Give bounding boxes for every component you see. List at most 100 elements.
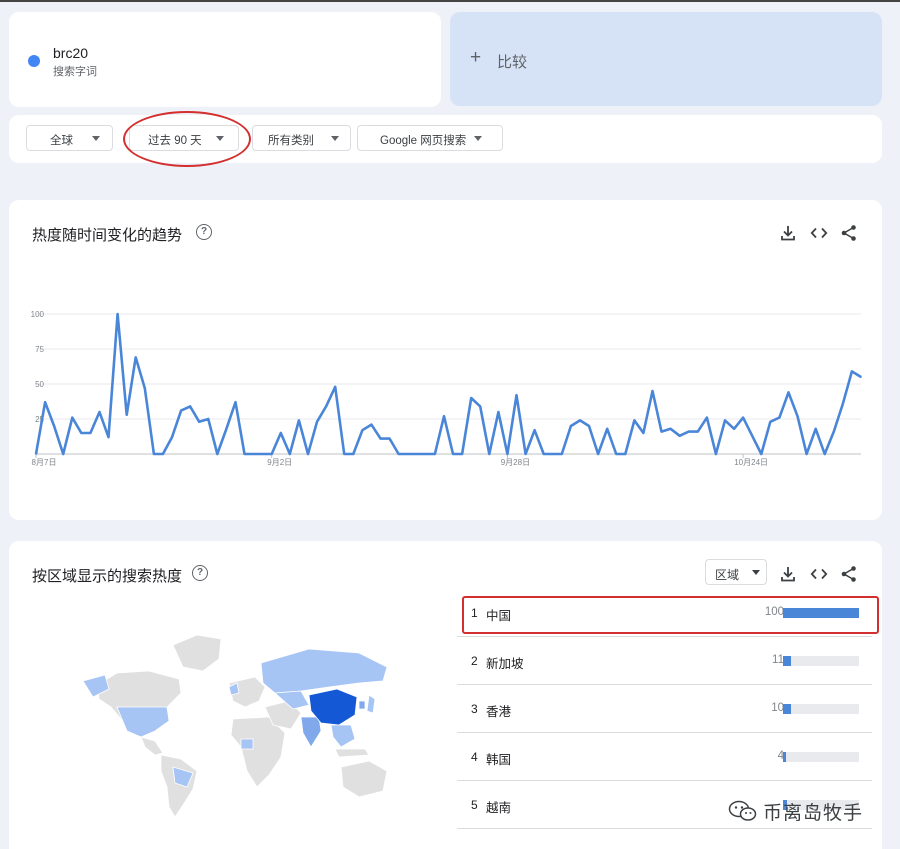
data-point (207, 418, 210, 420)
download-icon[interactable] (779, 565, 797, 583)
y-tick-label: 50 (35, 380, 44, 389)
y-tick-label: 100 (31, 310, 45, 319)
data-point (615, 453, 618, 455)
region-title: 按区域显示的搜索热度 (32, 568, 183, 585)
red-annotation-ellipse (123, 111, 251, 167)
data-point (470, 397, 473, 399)
region-bar-track (783, 704, 859, 714)
embed-code-icon[interactable] (810, 565, 828, 583)
compare-button[interactable]: + 比较 (450, 12, 882, 106)
data-point (551, 453, 554, 455)
map-region-russia (260, 648, 388, 694)
data-point (823, 453, 826, 455)
x-tick-label: 8月7日 (32, 458, 57, 467)
data-point (143, 387, 146, 390)
data-point (98, 411, 101, 413)
map-region-greenland (172, 634, 222, 672)
region-name: 韩国 (486, 753, 512, 767)
data-point (180, 409, 182, 412)
data-point (678, 434, 681, 437)
data-point (669, 427, 672, 430)
chevron-down-icon (752, 570, 760, 575)
data-point (71, 416, 74, 419)
world-map[interactable] (69, 621, 399, 821)
data-point (533, 429, 536, 432)
data-point (397, 453, 400, 455)
data-point (89, 432, 92, 434)
region-name: 新加坡 (486, 657, 524, 671)
map-region-nigeria (240, 738, 254, 750)
region-filter-dropdown[interactable]: 全球 (26, 125, 113, 151)
data-point (225, 427, 228, 430)
red-annotation-rectangle (462, 596, 879, 634)
data-point (134, 356, 137, 359)
data-point (497, 411, 500, 413)
region-name: 香港 (486, 705, 512, 719)
data-point (198, 420, 201, 423)
data-point (569, 425, 572, 427)
data-point (334, 385, 337, 388)
data-point (261, 453, 264, 455)
data-point (452, 453, 454, 455)
region-rank: 4 (471, 750, 478, 764)
data-point (270, 453, 273, 455)
data-point (660, 430, 663, 433)
data-point (524, 453, 527, 455)
data-point (787, 391, 790, 394)
data-point (325, 405, 328, 408)
region-row[interactable]: 2 新加坡 11 (457, 638, 872, 685)
map-region-indonesia (334, 748, 370, 758)
data-point (44, 401, 46, 404)
region-bar-fill (783, 656, 792, 666)
data-point (307, 453, 309, 455)
data-point (234, 401, 237, 404)
data-point (606, 427, 609, 430)
data-point (642, 432, 645, 434)
help-icon[interactable]: ? (192, 565, 208, 581)
region-name: 越南 (486, 801, 512, 815)
data-point (696, 430, 699, 433)
search-term-card[interactable]: brc20 搜索字词 (9, 12, 441, 107)
share-icon[interactable] (840, 565, 858, 583)
map-region-australia (340, 760, 388, 798)
map-region-korea (358, 700, 366, 710)
data-point (624, 453, 627, 455)
data-point (162, 453, 164, 455)
region-bar-fill (783, 752, 787, 762)
region-rank: 5 (471, 798, 478, 812)
data-point (216, 453, 219, 455)
map-region-southeast-asia (330, 724, 356, 748)
region-row[interactable]: 4 韩国 4 (457, 734, 872, 781)
window-top-border (0, 0, 900, 2)
data-point (35, 453, 37, 455)
term-color-dot (28, 55, 40, 67)
data-point (279, 432, 282, 434)
data-point (116, 313, 119, 315)
region-level-select[interactable]: 区域 (705, 559, 767, 585)
property-filter-dropdown[interactable]: Google 网页搜索 (357, 125, 503, 151)
region-row[interactable]: 3 香港 10 (457, 686, 872, 733)
data-point (588, 425, 590, 427)
data-point (651, 390, 654, 392)
data-point (542, 453, 545, 455)
data-point (189, 405, 192, 408)
trend-line-chart[interactable]: 2550751008月7日 9月2日 9月28日 10月24日 (9, 200, 882, 520)
data-point (687, 430, 690, 433)
search-term-name[interactable]: brc20 (53, 45, 88, 61)
category-filter-dropdown[interactable]: 所有类别 (252, 125, 351, 151)
data-point (298, 419, 300, 422)
map-region-africa (230, 716, 286, 788)
wechat-icon (728, 800, 757, 821)
region-bar-track (783, 656, 859, 666)
data-point (479, 405, 482, 408)
data-point (370, 423, 373, 426)
data-point (62, 453, 65, 455)
data-point (443, 415, 445, 418)
map-region-united-states (116, 706, 170, 738)
category-filter-label: 所有类别 (268, 135, 314, 147)
data-point (814, 427, 817, 430)
data-point (796, 415, 799, 418)
data-point (579, 419, 581, 422)
data-point (388, 437, 391, 440)
data-point (488, 453, 491, 455)
